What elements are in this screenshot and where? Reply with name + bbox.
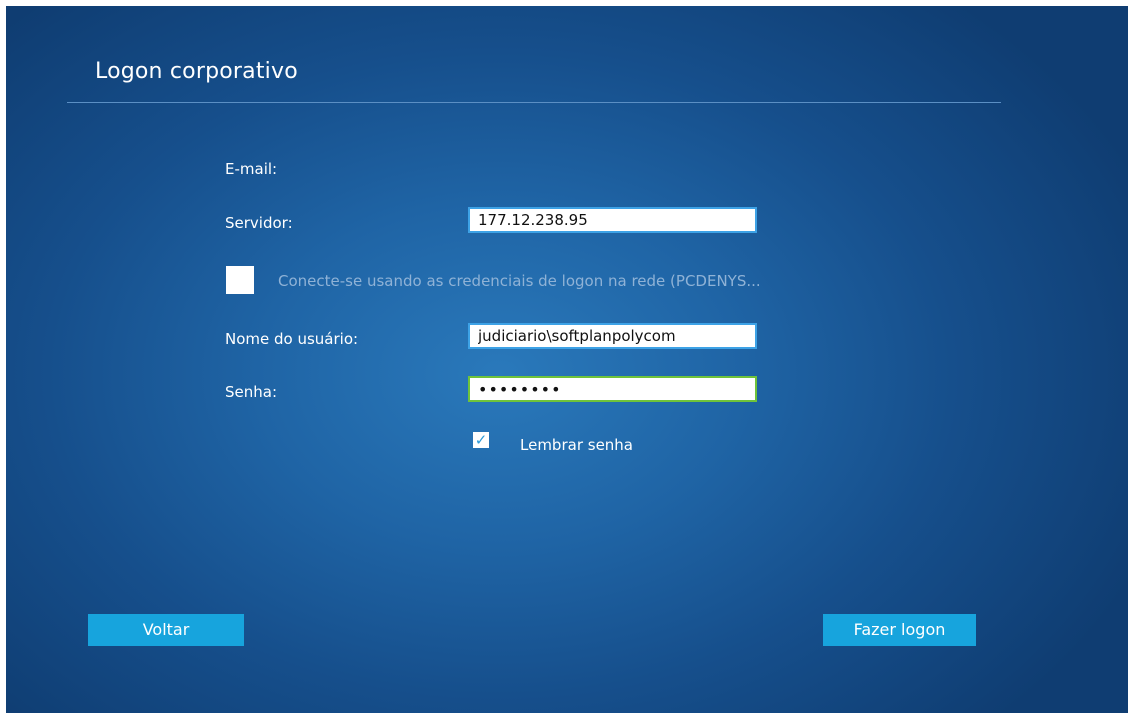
password-input[interactable]	[468, 376, 757, 402]
page-title: Logon corporativo	[95, 59, 298, 84]
network-credentials-checkbox[interactable]	[226, 266, 254, 294]
logon-window: Logon corporativo E-mail: Servidor: Cone…	[6, 6, 1128, 713]
username-input[interactable]	[468, 323, 757, 349]
back-button[interactable]: Voltar	[88, 614, 244, 646]
server-label: Servidor:	[225, 214, 293, 232]
logon-button[interactable]: Fazer logon	[823, 614, 976, 646]
checkmark-icon: ✓	[474, 431, 488, 449]
network-credentials-label: Conecte-se usando as credenciais de logo…	[278, 272, 761, 290]
title-divider	[67, 102, 1001, 103]
server-input[interactable]	[468, 207, 757, 233]
email-label: E-mail:	[225, 160, 278, 178]
username-label: Nome do usuário:	[225, 330, 359, 348]
remember-password-checkbox[interactable]: ✓	[473, 432, 489, 448]
password-label: Senha:	[225, 383, 278, 401]
remember-password-label: Lembrar senha	[520, 436, 633, 454]
